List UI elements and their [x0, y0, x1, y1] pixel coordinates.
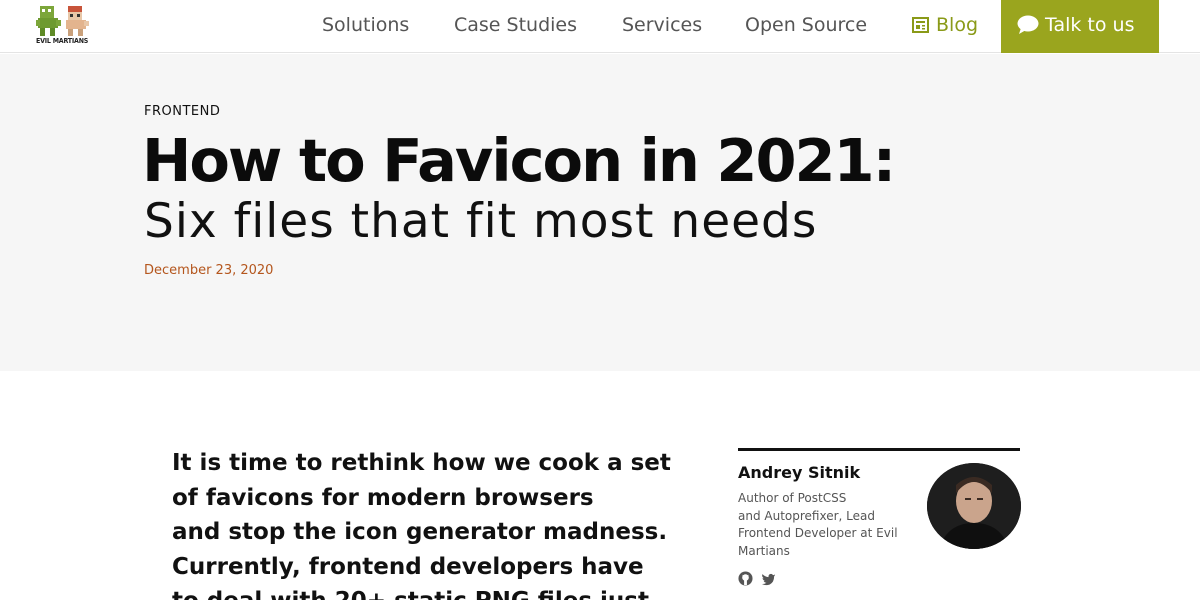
logo-text: EVIL MARTIANS [36, 37, 89, 45]
blog-icon [912, 17, 929, 33]
author-bio-line: Martians [738, 543, 790, 558]
article-title: How to Favicon in 2021: [142, 126, 896, 195]
nav-case-studies[interactable]: Case Studies [454, 13, 577, 37]
evil-martians-logo[interactable]: EVIL MARTIANS [36, 4, 92, 48]
author-bio: Author of PostCSS and Autoprefixer, Lead… [738, 490, 918, 560]
author-card: Andrey Sitnik Author of PostCSS and Auto… [738, 448, 1021, 586]
author-bio-line: Frontend Developer at Evil [738, 526, 898, 540]
twitter-icon[interactable] [761, 571, 777, 587]
lead-line: of favicons for modern browsers [172, 484, 594, 511]
talk-to-us-button[interactable]: Talk to us [1001, 0, 1159, 53]
article-subtitle: Six files that fit most needs [144, 194, 818, 249]
talk-to-us-label: Talk to us [1045, 14, 1135, 36]
article-hero: FRONTEND How to Favicon in 2021: Six fil… [0, 54, 1200, 371]
nav-services[interactable]: Services [622, 13, 702, 37]
site-header: EVIL MARTIANS Solutions Case Studies Ser… [0, 0, 1200, 53]
lead-line: Currently, frontend developers have [172, 553, 644, 580]
nav-solutions[interactable]: Solutions [322, 13, 409, 37]
nav-open-source[interactable]: Open Source [745, 13, 867, 37]
author-bio-line: and Autoprefixer, Lead [738, 508, 875, 523]
lead-line: and stop the icon generator madness. [172, 519, 668, 545]
nav-blog[interactable]: Blog [936, 13, 978, 37]
article-category[interactable]: FRONTEND [144, 104, 220, 119]
article-lead: It is time to rethink how we cook a set … [172, 446, 712, 600]
github-icon[interactable] [738, 571, 754, 587]
author-bio-line: Author of PostCSS [738, 491, 847, 505]
lead-line: It is time to rethink how we cook a set [172, 450, 671, 476]
martians-logo-icon [36, 6, 89, 36]
author-avatar[interactable] [927, 463, 1021, 549]
chat-bubble-icon [1017, 15, 1039, 35]
article-date: December 23, 2020 [144, 263, 274, 278]
author-name[interactable]: Andrey Sitnik [738, 463, 860, 482]
lead-line: to deal with 20+ static PNG files just [172, 584, 712, 600]
